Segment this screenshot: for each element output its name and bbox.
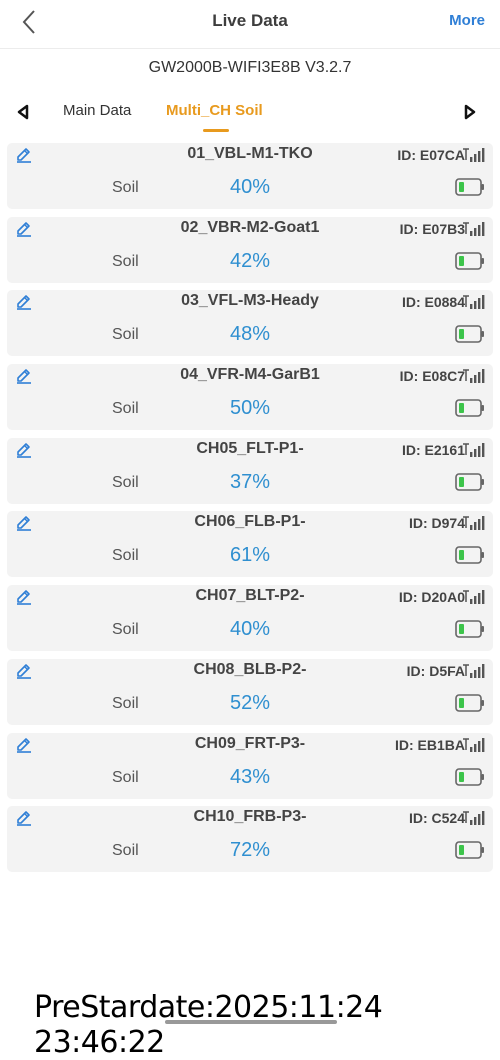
signal-icon (462, 515, 486, 531)
sensor-id: ID: EB1BA (394, 736, 465, 753)
sensor-id: ID: D974 (408, 515, 465, 532)
battery-icon (455, 324, 485, 344)
signal-icon (462, 737, 486, 753)
battery-icon (455, 251, 485, 271)
soil-moisture-value: 72% (229, 839, 271, 862)
signal-icon (462, 663, 486, 679)
header-divider (0, 48, 500, 49)
sensor-id: ID: E2161 (401, 441, 465, 458)
soil-moisture-value: 37% (229, 470, 271, 493)
channel-card: CH09_FRT-P3- ID: EB1BA Soil 43% (7, 732, 493, 799)
stardate-overlay: PreStardate:2025:11:24 23:46:22 (34, 990, 383, 1060)
channel-card: CH08_BLB-P2- ID: D5FA Soil 52% (7, 658, 493, 725)
channel-card: 03_VFL-M3-Heady ID: E0884 Soil 48% (7, 290, 493, 357)
home-indicator[interactable] (165, 1020, 337, 1024)
channel-card: 02_VBR-M2-Goat1 ID: E07B3 Soil 42% (7, 216, 493, 283)
signal-icon (462, 147, 486, 163)
signal-icon (462, 368, 486, 384)
soil-moisture-value: 43% (229, 765, 271, 788)
battery-icon (455, 545, 485, 565)
channel-card: CH05_FLT-P1- ID: E2161 Soil 37% (7, 437, 493, 504)
battery-icon (455, 619, 485, 639)
sensor-id: ID: D20A0 (398, 589, 465, 606)
battery-icon (455, 472, 485, 492)
tab-main-data[interactable]: Main Data (63, 102, 131, 119)
soil-moisture-value: 50% (229, 397, 271, 420)
triangle-right-icon (464, 104, 476, 120)
sensor-id: ID: D5FA (406, 662, 465, 679)
signal-icon (462, 589, 486, 605)
channel-card: CH07_BLT-P2- ID: D20A0 Soil 40% (7, 585, 493, 652)
sensor-id: ID: E08C7 (399, 368, 465, 385)
next-tab-button[interactable] (460, 102, 480, 122)
battery-icon (455, 840, 485, 860)
channel-list: 01_VBL-M1-TKO ID: E07CA Soil 40% 02_VBR-… (7, 143, 493, 880)
tab-bar: Main Data Multi_CH Soil (0, 92, 500, 136)
sensor-id: ID: C524 (408, 810, 465, 827)
device-name: GW2000B-WIFI3E8B V3.2.7 (148, 59, 352, 76)
page-title: Live Data (212, 11, 288, 30)
battery-icon (455, 177, 485, 197)
channel-card: 04_VFR-M4-GarB1 ID: E08C7 Soil 50% (7, 364, 493, 431)
signal-icon (462, 442, 486, 458)
more-button[interactable]: More (449, 12, 485, 29)
channel-card: CH10_FRB-P3- ID: C524 Soil 72% (7, 806, 493, 873)
signal-icon (462, 221, 486, 237)
battery-icon (455, 693, 485, 713)
sensor-id: ID: E07CA (397, 147, 465, 163)
prev-tab-button[interactable] (14, 102, 34, 122)
soil-moisture-value: 48% (229, 323, 271, 346)
signal-icon (462, 294, 486, 310)
triangle-left-icon (17, 104, 29, 120)
soil-moisture-value: 61% (229, 544, 271, 567)
soil-moisture-value: 52% (229, 691, 271, 714)
channel-card: 01_VBL-M1-TKO ID: E07CA Soil 40% (7, 143, 493, 209)
soil-moisture-value: 40% (229, 618, 271, 641)
battery-icon (455, 767, 485, 787)
app-header: Live Data More (0, 0, 500, 44)
soil-moisture-value: 40% (229, 176, 271, 198)
sensor-id: ID: E07B3 (399, 220, 465, 237)
signal-icon (462, 810, 486, 826)
channel-card: CH06_FLB-P1- ID: D974 Soil 61% (7, 511, 493, 578)
soil-moisture-value: 42% (229, 249, 271, 272)
battery-icon (455, 398, 485, 418)
sensor-id: ID: E0884 (401, 294, 465, 311)
tab-multi-ch-soil[interactable]: Multi_CH Soil (166, 102, 263, 119)
active-tab-indicator (203, 129, 229, 132)
